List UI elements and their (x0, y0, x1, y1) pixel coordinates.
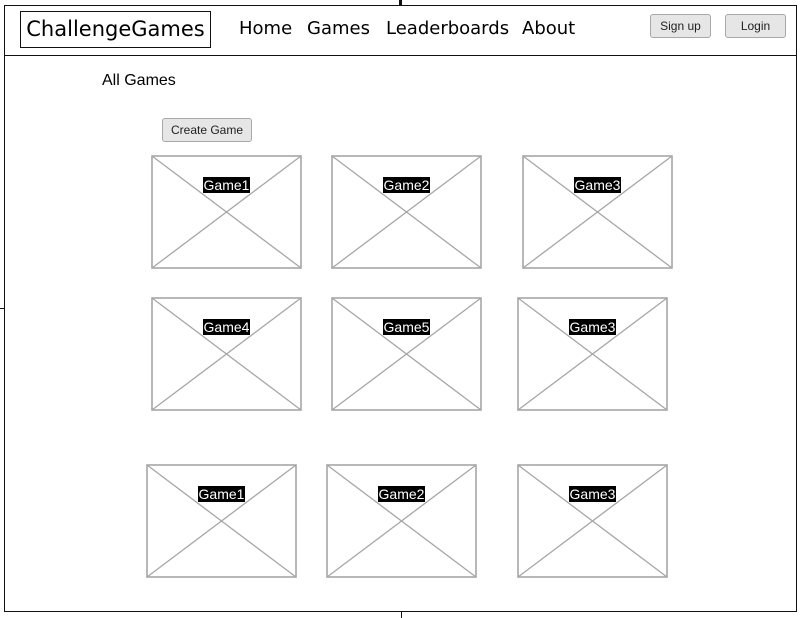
image-placeholder-icon (146, 464, 297, 578)
nav-about[interactable]: About (522, 18, 575, 39)
page-title: All Games (102, 72, 176, 89)
game-title: Game1 (202, 177, 251, 193)
image-placeholder-icon (151, 155, 302, 269)
left-marker (0, 308, 4, 309)
sign-up-button[interactable]: Sign up (650, 14, 711, 38)
image-placeholder-icon (331, 155, 482, 269)
image-placeholder-icon (331, 297, 482, 411)
image-placeholder-icon (517, 464, 668, 578)
game-title: Game5 (382, 319, 431, 335)
game-card[interactable]: Game3 (517, 464, 668, 578)
image-placeholder-icon (151, 297, 302, 411)
login-button[interactable]: Login (725, 14, 786, 38)
image-placeholder-icon (522, 155, 673, 269)
create-game-button[interactable]: Create Game (162, 118, 252, 142)
game-title: Game3 (573, 177, 622, 193)
game-card[interactable]: Game2 (331, 155, 482, 269)
game-card[interactable]: Game3 (517, 297, 668, 411)
game-title: Game3 (568, 486, 617, 502)
game-title: Game2 (377, 486, 426, 502)
image-placeholder-icon (517, 297, 668, 411)
site-logo[interactable]: ChallengeGames (20, 11, 211, 48)
nav-home[interactable]: Home (239, 18, 292, 39)
game-title: Game3 (568, 319, 617, 335)
game-title: Game4 (202, 319, 251, 335)
nav-games[interactable]: Games (307, 18, 370, 39)
image-placeholder-icon (326, 464, 477, 578)
game-card[interactable]: Game1 (146, 464, 297, 578)
game-title: Game2 (382, 177, 431, 193)
nav-leaderboards[interactable]: Leaderboards (386, 18, 509, 39)
game-card[interactable]: Game2 (326, 464, 477, 578)
game-card[interactable]: Game1 (151, 155, 302, 269)
bottom-marker (401, 612, 402, 618)
game-card[interactable]: Game5 (331, 297, 482, 411)
game-title: Game1 (197, 486, 246, 502)
game-card[interactable]: Game3 (522, 155, 673, 269)
game-card[interactable]: Game4 (151, 297, 302, 411)
